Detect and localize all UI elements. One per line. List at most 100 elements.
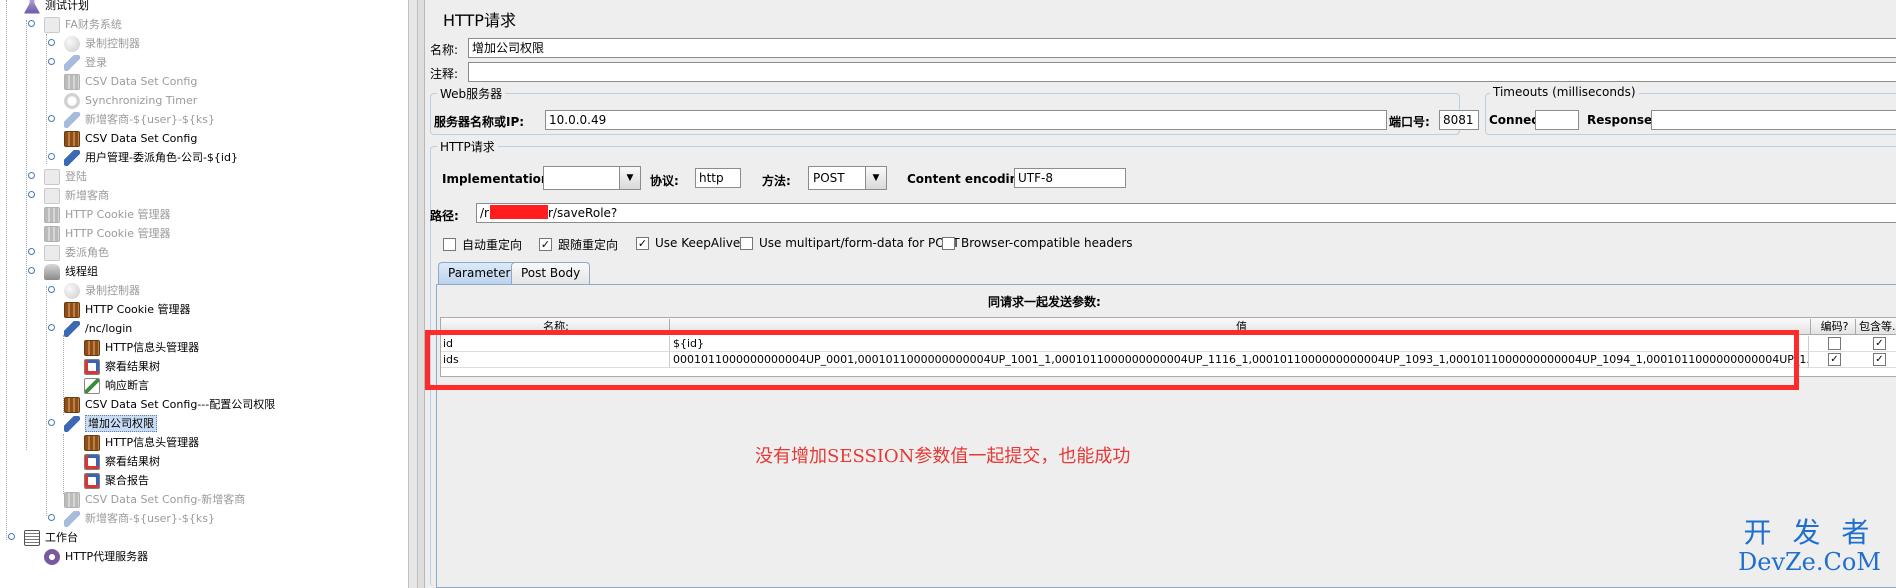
cookie-manager-node[interactable]: HTTP Cookie 管理器: [64, 300, 190, 319]
connect-field[interactable]: [1535, 110, 1579, 130]
csv-config-node[interactable]: CSV Data Set Config: [64, 72, 197, 91]
col-name[interactable]: 名称:: [441, 319, 670, 334]
sampler-node[interactable]: 增加公司权限: [48, 414, 157, 433]
expand-toggle-icon[interactable]: [48, 58, 57, 67]
sampler-node[interactable]: 用户管理-委派角色-公司-${id}: [48, 148, 238, 167]
toggle-dot-icon: [28, 172, 35, 179]
implementation-select[interactable]: ▼: [543, 166, 641, 190]
pane-splitter[interactable]: [408, 0, 418, 588]
expand-toggle-icon[interactable]: [48, 153, 57, 162]
param-value-cell[interactable]: ${id}: [671, 336, 1809, 351]
toggle-dot-icon: [48, 324, 55, 331]
proxy-server-node[interactable]: HTTP代理服务器: [44, 547, 148, 566]
timer-node[interactable]: Synchronizing Timer: [64, 91, 197, 110]
test-plan-node[interactable]: 测试计划: [24, 0, 89, 15]
encode-checkbox[interactable]: ✓: [1828, 353, 1841, 366]
path-field[interactable]: /r r/saveRole?: [476, 203, 1896, 223]
expand-toggle-icon[interactable]: [48, 514, 57, 523]
method-select[interactable]: POST ▼: [808, 166, 887, 190]
csv-config-node[interactable]: CSV Data Set Config-新增客商: [64, 490, 245, 509]
toggle-dot-icon: [28, 248, 35, 255]
sampler-node[interactable]: 登录: [48, 53, 107, 72]
option-checkbox[interactable]: Use multipart/form-data for POST: [740, 236, 960, 250]
aggregate-report-node[interactable]: 聚合报告: [84, 471, 149, 490]
thread-group-node[interactable]: 新增客商: [28, 186, 109, 205]
encode-checkbox[interactable]: [1828, 337, 1841, 350]
sampler-node[interactable]: 新增客商-${user}-${ks}: [48, 509, 215, 528]
expand-toggle-icon[interactable]: [48, 115, 57, 124]
expand-toggle-icon[interactable]: [48, 324, 57, 333]
doc-icon: [44, 168, 60, 185]
checked-box-icon[interactable]: ✓: [636, 236, 649, 250]
expand-toggle-icon[interactable]: [28, 172, 37, 181]
col-include[interactable]: 包含等...: [1857, 319, 1896, 334]
expand-toggle-icon[interactable]: [48, 39, 57, 48]
server-field[interactable]: 10.0.0.49: [545, 110, 1387, 130]
table-row[interactable]: id ${id} ✓: [441, 336, 1896, 352]
table-row[interactable]: ids 0001011000000000004UP_0001,0001011000…: [441, 352, 1896, 368]
include-checkbox[interactable]: ✓: [1873, 337, 1886, 350]
pencil-icon: [64, 415, 80, 432]
checked-box-icon[interactable]: ✓: [539, 238, 552, 251]
protocol-field[interactable]: http: [695, 168, 741, 188]
unchecked-box-icon[interactable]: [740, 236, 753, 250]
option-checkbox[interactable]: ✓ 跟随重定向: [539, 236, 618, 253]
dropdown-arrow-icon[interactable]: ▼: [865, 167, 886, 189]
workbench-node[interactable]: 工作台: [8, 528, 78, 547]
thread-group-node[interactable]: 委派角色: [28, 243, 109, 262]
thread-group-node[interactable]: FA财务系统: [28, 15, 122, 34]
toggle-dot-icon: [28, 191, 35, 198]
response-label: Response:: [1587, 113, 1657, 127]
name-field[interactable]: 增加公司权限: [468, 38, 1896, 58]
recording-controller-node[interactable]: 录制控制器: [48, 281, 140, 300]
gear-grey-icon: [64, 491, 80, 508]
response-field[interactable]: [1651, 110, 1896, 130]
test-plan-tree[interactable]: 测试计划 FA财务系统 录制控制器 登录 CSV Data Set Config Sync…: [0, 0, 408, 588]
tree-node-label: CSV Data Set Config: [85, 132, 198, 145]
option-checkbox[interactable]: Browser-compatible headers: [942, 236, 1133, 250]
unchecked-box-icon[interactable]: [942, 236, 955, 250]
toggle-dot-icon: [48, 115, 55, 122]
comment-field[interactable]: [468, 62, 1896, 82]
cookie-manager-node[interactable]: HTTP Cookie 管理器: [44, 205, 170, 224]
header-manager-node[interactable]: HTTP信息头管理器: [84, 338, 199, 357]
option-checkbox[interactable]: 自动重定向: [443, 236, 522, 253]
expand-toggle-icon[interactable]: [48, 286, 57, 295]
unchecked-box-icon[interactable]: [443, 238, 456, 251]
tab-post-body[interactable]: Post Body: [511, 262, 591, 284]
thread-group-node[interactable]: 登陆: [28, 167, 87, 186]
param-name-cell[interactable]: ids: [441, 352, 670, 367]
col-encode[interactable]: 编码?: [1812, 319, 1856, 334]
expand-toggle-icon[interactable]: [28, 20, 37, 29]
sampler-node[interactable]: /nc/login: [48, 319, 132, 338]
param-value-cell[interactable]: 0001011000000000004UP_0001,0001011000000…: [671, 352, 1809, 367]
param-name-cell[interactable]: id: [441, 336, 670, 351]
option-checkbox[interactable]: ✓ Use KeepAlive: [636, 236, 740, 250]
header-manager-node[interactable]: HTTP信息头管理器: [84, 433, 199, 452]
assertion-node[interactable]: 响应断言: [84, 376, 149, 395]
port-field[interactable]: 8081: [1439, 110, 1479, 130]
results-tree-node[interactable]: 察看结果树: [84, 452, 160, 471]
dropdown-arrow-icon[interactable]: ▼: [619, 167, 640, 189]
expand-toggle-icon[interactable]: [28, 267, 37, 276]
csv-config-node[interactable]: CSV Data Set Config---配置公司权限: [64, 395, 275, 414]
results-tree-node[interactable]: 察看结果树: [84, 357, 160, 376]
expand-toggle-icon[interactable]: [8, 533, 17, 542]
expand-toggle-icon[interactable]: [48, 419, 57, 428]
recording-controller-node[interactable]: 录制控制器: [48, 34, 140, 53]
cookie-manager-node[interactable]: HTTP Cookie 管理器: [44, 224, 170, 243]
col-value[interactable]: 值: [671, 319, 1811, 334]
csv-config-node[interactable]: CSV Data Set Config: [64, 129, 197, 148]
expand-toggle-icon[interactable]: [28, 191, 37, 200]
expand-toggle-icon[interactable]: [28, 248, 37, 257]
thread-group-node[interactable]: 线程组: [28, 262, 98, 281]
include-checkbox[interactable]: ✓: [1873, 353, 1886, 366]
tree-node-label: 聚合报告: [105, 474, 149, 487]
toggle-dot-icon: [48, 286, 55, 293]
method-label: 方法:: [762, 174, 791, 188]
sampler-node[interactable]: 新增客商-${user}-${ks}: [48, 110, 215, 129]
tree-node-label: 用户管理-委派角色-公司-${id}: [85, 151, 238, 164]
toggle-dot-icon: [28, 267, 35, 274]
encoding-field[interactable]: UTF-8: [1014, 168, 1126, 188]
toggle-dot-icon: [8, 533, 15, 540]
